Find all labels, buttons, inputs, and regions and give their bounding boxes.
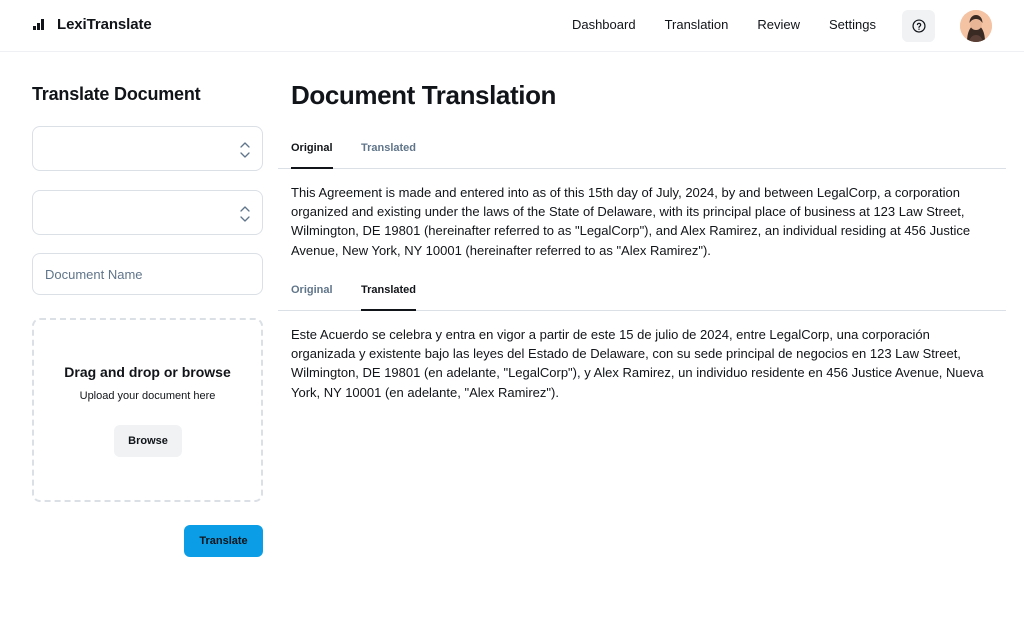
panel-title: Translate Document [32,84,201,104]
help-icon [911,19,926,33]
nav-translation[interactable]: Translation [665,17,729,32]
translate-button[interactable]: Translate [184,525,263,557]
tab-original[interactable]: Original [291,136,333,169]
tab-translated[interactable]: Translated [361,278,417,311]
translated-text: Este Acuerdo se celebra y entra en vigor… [291,327,984,400]
browse-button[interactable]: Browse [114,425,182,457]
document-name-input[interactable] [32,253,263,295]
page-title: Document Translation [291,80,557,110]
logo-icon [33,19,44,30]
tabs-top: Original Translated [278,136,1006,169]
nav-settings[interactable]: Settings [829,17,876,32]
tabs-bottom: Original Translated [278,278,1006,311]
target-language-select[interactable] [32,190,263,235]
help-button[interactable] [902,10,935,42]
upload-dropzone[interactable]: Drag and drop or browse Upload your docu… [32,318,263,502]
dropzone-subtitle: Upload your document here [79,390,216,402]
brand[interactable]: LexiTranslate [33,16,152,33]
tab-translated[interactable]: Translated [361,136,416,169]
avatar-icon [960,10,992,42]
top-header: LexiTranslate Dashboard Translation Revi… [0,0,1024,52]
avatar[interactable] [960,10,992,42]
source-language-select[interactable] [32,126,263,171]
chevron-updown-icon [240,206,250,222]
tab-original[interactable]: Original [291,278,333,311]
original-text: This Agreement is made and entered into … [291,185,971,258]
nav-dashboard[interactable]: Dashboard [572,17,636,32]
nav-review[interactable]: Review [757,17,800,32]
chevron-updown-icon [240,142,250,158]
dropzone-title: Drag and drop or browse [64,364,231,380]
main-nav: Dashboard Translation Review Settings [572,17,876,32]
brand-name: LexiTranslate [57,16,152,33]
